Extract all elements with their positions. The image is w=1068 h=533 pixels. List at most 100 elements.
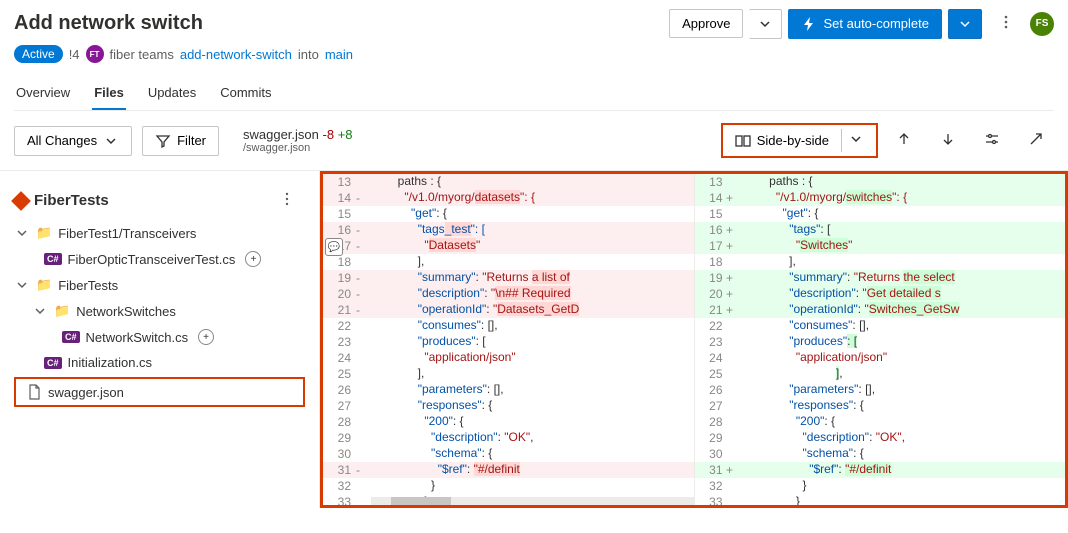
auto-complete-button[interactable]: Set auto-complete bbox=[788, 9, 942, 39]
diff-view-dropdown[interactable] bbox=[841, 129, 870, 152]
tree-node-label: Initialization.cs bbox=[68, 355, 153, 370]
code-line[interactable]: 21- "operationId": "Datasets_GetD bbox=[323, 302, 694, 318]
tab-files[interactable]: Files bbox=[92, 77, 126, 110]
arrow-down-icon bbox=[940, 131, 956, 147]
all-changes-dropdown[interactable]: All Changes bbox=[14, 126, 132, 156]
tree-node-label: NetworkSwitch.cs bbox=[86, 330, 189, 345]
added-indicator: + bbox=[245, 251, 261, 267]
code-line[interactable]: 16+ "tags": [ bbox=[695, 222, 1066, 238]
tree-root[interactable]: FiberTests bbox=[14, 192, 109, 209]
code-line[interactable]: 13 paths : { bbox=[695, 174, 1066, 190]
chevron-down-icon bbox=[957, 16, 973, 32]
diff-view-selector: Side-by-side bbox=[721, 123, 878, 158]
prev-diff-button[interactable] bbox=[886, 125, 922, 156]
tree-folder[interactable]: 📁NetworkSwitches bbox=[0, 298, 319, 324]
chevron-down-icon bbox=[14, 277, 30, 293]
code-line[interactable]: 23 "produces": [ bbox=[323, 334, 694, 350]
code-line[interactable]: 24 "application/json" bbox=[323, 350, 694, 366]
code-line[interactable]: 15 "get": { bbox=[323, 206, 694, 222]
tree-folder[interactable]: 📁FiberTests bbox=[0, 272, 319, 298]
code-line[interactable]: 29 "description": "OK", bbox=[695, 430, 1066, 446]
folder-icon: 📁 bbox=[36, 225, 52, 241]
code-line[interactable]: 25 ], bbox=[695, 366, 1066, 382]
source-branch[interactable]: add-network-switch bbox=[180, 47, 292, 62]
code-line[interactable]: 30 "schema": { bbox=[323, 446, 694, 462]
code-line[interactable]: 16- "tags_test": [ bbox=[323, 222, 694, 238]
tree-node-label: NetworkSwitches bbox=[76, 304, 176, 319]
tab-overview[interactable]: Overview bbox=[14, 77, 72, 110]
next-diff-button[interactable] bbox=[930, 125, 966, 156]
tree-file[interactable]: C# Initialization.cs bbox=[0, 350, 319, 375]
code-line[interactable]: 26 "parameters": [], bbox=[695, 382, 1066, 398]
scrollbar[interactable] bbox=[371, 497, 694, 505]
user-avatar[interactable]: FS bbox=[1030, 12, 1054, 36]
status-badge: Active bbox=[14, 45, 63, 63]
code-line[interactable]: 30 "schema": { bbox=[695, 446, 1066, 462]
chevron-down-icon bbox=[103, 133, 119, 149]
lines-added: +8 bbox=[338, 127, 353, 142]
csharp-icon: C# bbox=[44, 253, 62, 265]
code-line[interactable]: 22 "consumes": [], bbox=[695, 318, 1066, 334]
code-line[interactable]: 26 "parameters": [], bbox=[323, 382, 694, 398]
code-line[interactable]: 28 "200": { bbox=[695, 414, 1066, 430]
code-line[interactable]: 21+ "operationId": "Switches_GetSw bbox=[695, 302, 1066, 318]
diff-left-pane: 💬 13 paths : {14- "/v1.0/myorg/datasets"… bbox=[323, 174, 695, 505]
csharp-icon: C# bbox=[44, 357, 62, 369]
code-line[interactable]: 19- "summary": "Returns a list of bbox=[323, 270, 694, 286]
chevron-down-icon bbox=[848, 131, 864, 147]
code-line[interactable]: 13 paths : { bbox=[323, 174, 694, 190]
code-line[interactable]: 18 ], bbox=[695, 254, 1066, 270]
auto-complete-label: Set auto-complete bbox=[823, 16, 929, 31]
tree-file[interactable]: C# NetworkSwitch.cs + bbox=[0, 324, 319, 350]
target-branch[interactable]: main bbox=[325, 47, 353, 62]
file-icon bbox=[26, 384, 42, 400]
chevron-down-icon bbox=[14, 225, 30, 241]
tree-more-button[interactable] bbox=[269, 185, 305, 216]
code-line[interactable]: 17+ "Switches" bbox=[695, 238, 1066, 254]
code-line[interactable]: 27 "responses": { bbox=[323, 398, 694, 414]
settings-button[interactable] bbox=[974, 125, 1010, 156]
fullscreen-button[interactable] bbox=[1018, 125, 1054, 156]
tree-root-label: FiberTests bbox=[34, 192, 109, 209]
code-line[interactable]: 31+ "$ref": "#/definit bbox=[695, 462, 1066, 478]
code-line[interactable]: 14+ "/v1.0/myorg/switches": { bbox=[695, 190, 1066, 206]
code-line[interactable]: 23 "produces": [ bbox=[695, 334, 1066, 350]
code-line[interactable]: 20+ "description": "Get detailed s bbox=[695, 286, 1066, 302]
code-line[interactable]: 33 } bbox=[695, 494, 1066, 505]
tree-folder[interactable]: 📁FiberTest1/Transceivers bbox=[0, 220, 319, 246]
code-line[interactable]: 27 "responses": { bbox=[695, 398, 1066, 414]
csharp-icon: C# bbox=[62, 331, 80, 343]
columns-icon bbox=[735, 133, 751, 149]
code-line[interactable]: 32 } bbox=[323, 478, 694, 494]
code-line[interactable]: 32 } bbox=[695, 478, 1066, 494]
code-line[interactable]: 14- "/v1.0/myorg/datasets": { bbox=[323, 190, 694, 206]
diff-right-pane: 13 paths : {14+ "/v1.0/myorg/switches": … bbox=[695, 174, 1066, 505]
approve-button[interactable]: Approve bbox=[669, 9, 743, 38]
more-button[interactable] bbox=[988, 8, 1024, 39]
code-line[interactable]: 31- "$ref": "#/definit bbox=[323, 462, 694, 478]
tree-node-label: FiberTests bbox=[58, 278, 118, 293]
tree-file[interactable]: C#FiberOpticTransceiverTest.cs+ bbox=[0, 246, 319, 272]
tab-updates[interactable]: Updates bbox=[146, 77, 198, 110]
code-line[interactable]: 28 "200": { bbox=[323, 414, 694, 430]
approve-dropdown[interactable] bbox=[749, 9, 782, 39]
tab-commits[interactable]: Commits bbox=[218, 77, 273, 110]
comment-icon[interactable]: 💬 bbox=[325, 238, 343, 256]
added-indicator: + bbox=[198, 329, 214, 345]
side-by-side-button[interactable]: Side-by-side bbox=[729, 131, 835, 151]
code-line[interactable]: 17- "Datasets" bbox=[323, 238, 694, 254]
code-line[interactable]: 20- "description": "\n## Required bbox=[323, 286, 694, 302]
code-line[interactable]: 22 "consumes": [], bbox=[323, 318, 694, 334]
code-line[interactable]: 25 ], bbox=[323, 366, 694, 382]
code-line[interactable]: 24 "application/json" bbox=[695, 350, 1066, 366]
tree-node-label: swagger.json bbox=[48, 385, 124, 400]
auto-complete-dropdown[interactable] bbox=[948, 9, 982, 39]
code-line[interactable]: 29 "description": "OK", bbox=[323, 430, 694, 446]
code-line[interactable]: 19+ "summary": "Returns the select bbox=[695, 270, 1066, 286]
team-name: fiber teams bbox=[110, 47, 174, 62]
code-line[interactable]: 18 ], bbox=[323, 254, 694, 270]
all-changes-label: All Changes bbox=[27, 133, 97, 148]
filter-button[interactable]: Filter bbox=[142, 126, 219, 156]
tree-file-selected[interactable]: swagger.json bbox=[14, 377, 305, 407]
code-line[interactable]: 15 "get": { bbox=[695, 206, 1066, 222]
